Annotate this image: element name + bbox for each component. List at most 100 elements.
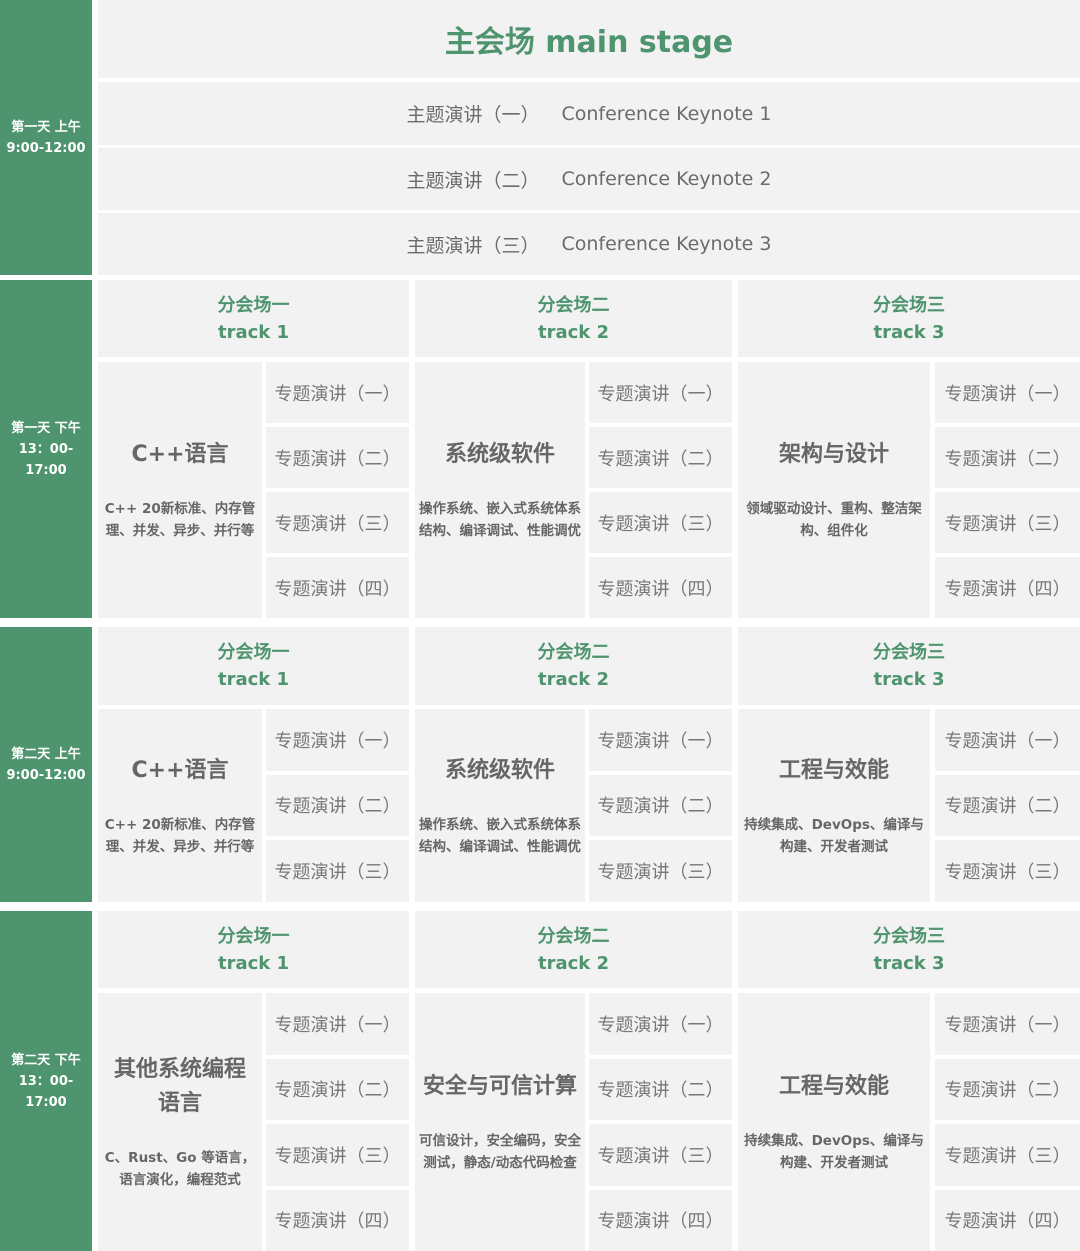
- track-name-en: track 3: [873, 321, 945, 343]
- track-topic: 其他系统编程语言 C、Rust、Go 等语言，语言演化，编程范式: [98, 993, 262, 1251]
- talk-item: 专题演讲（四）: [266, 1189, 409, 1251]
- talk-item: 专题演讲（三）: [935, 492, 1080, 553]
- track-name-zh: 分会场三: [873, 642, 945, 663]
- talk-item: 专题演讲（三）: [589, 492, 732, 553]
- topic-title: 系统级软件: [444, 757, 555, 783]
- track-header: 分会场三 track 3: [738, 911, 1080, 988]
- topic-title: 架构与设计: [778, 442, 889, 467]
- topic-description: C、Rust、Go 等语言，语言演化，编程范式: [104, 1150, 256, 1188]
- topic-description: 操作系统、嵌入式系统体系结构、编译调试、性能调优: [419, 816, 581, 855]
- topic-description: C++ 20新标准、内存管理、并发、异步、并行等: [104, 816, 256, 855]
- track-header: 分会场三 track 3: [738, 280, 1080, 357]
- talk-item: 专题演讲（三）: [266, 492, 409, 553]
- topic-description: 操作系统、嵌入式系统体系结构、编译调试、性能调优: [419, 501, 581, 539]
- track-name-en: track 1: [217, 952, 290, 974]
- talk-item: 专题演讲（二）: [266, 1058, 409, 1120]
- talk-item: 专题演讲（一）: [935, 709, 1080, 771]
- topic-title: 其他系统编程语言: [113, 1057, 246, 1116]
- talk-item: 专题演讲（四）: [935, 557, 1080, 618]
- track-name-en: track 1: [217, 669, 290, 690]
- talk-item: 专题演讲（二）: [589, 427, 732, 488]
- track-name-en: track 3: [873, 952, 945, 974]
- topic-description: 持续集成、DevOps、编译与构建、开发者测试: [744, 1133, 924, 1171]
- talk-item: 专题演讲（一）: [589, 362, 732, 423]
- day-label-main: 第一天 上午 9:00-12:00: [0, 0, 92, 275]
- talk-item: 专题演讲（二）: [935, 774, 1080, 837]
- main-stage-title: 主会场 main stage: [98, 0, 1080, 78]
- keynote-row: 主题演讲（三） Conference Keynote 3: [98, 213, 1080, 275]
- talk-item: 专题演讲（三）: [935, 840, 1080, 902]
- track-header: 分会场二 track 2: [415, 280, 732, 357]
- talk-item: 专题演讲（三）: [589, 840, 732, 902]
- day-label: 第一天 下午 13：00- 17:00: [0, 280, 92, 618]
- track-topic: 系统级软件操作系统、嵌入式系统体系结构、编译调试、性能调优: [415, 362, 585, 618]
- keynote-en: Conference Keynote 2: [561, 168, 772, 190]
- day-label: 第二天 下午 13：00- 17:00: [0, 911, 92, 1251]
- track-topic: 架构与设计领域驱动设计、重构、整洁架构、组件化: [738, 362, 930, 618]
- track-name-zh: 分会场三: [873, 294, 945, 316]
- talk-item: 专题演讲（四）: [589, 557, 732, 618]
- track-topic: 安全与可信计算可信设计，安全编码，安全测试，静态/动态代码检查: [415, 993, 585, 1251]
- keynote-row: 主题演讲（二） Conference Keynote 2: [98, 148, 1080, 210]
- topic-title: 工程与效能: [778, 1074, 889, 1099]
- talk-item: 专题演讲（三）: [266, 840, 409, 902]
- track-name-zh: 分会场一: [217, 294, 290, 316]
- topic-title: 系统级软件: [444, 442, 555, 467]
- keynote-en: Conference Keynote 1: [561, 102, 772, 125]
- talk-item: 专题演讲（一）: [935, 993, 1080, 1055]
- keynote-zh: 主题演讲（三）: [406, 234, 540, 257]
- keynote-zh: 主题演讲（二）: [406, 169, 540, 192]
- keynote-en: Conference Keynote 3: [561, 233, 772, 255]
- topic-title: C++语言: [131, 442, 229, 467]
- talk-item: 专题演讲（二）: [589, 774, 732, 837]
- topic-title: 安全与可信计算: [422, 1074, 577, 1099]
- topic-description: C++ 20新标准、内存管理、并发、异步、并行等: [104, 501, 256, 539]
- track-topic: 工程与效能持续集成、DevOps、编译与构建、开发者测试: [738, 993, 930, 1251]
- track-name-zh: 分会场二: [537, 294, 610, 316]
- talk-item: 专题演讲（二）: [589, 1058, 732, 1120]
- topic-description: 持续集成、DevOps、编译与构建、开发者测试: [744, 816, 924, 855]
- topic-title: 工程与效能: [778, 757, 889, 783]
- talk-item: 专题演讲（一）: [589, 993, 732, 1055]
- track-header: 分会场一 track 1: [98, 280, 409, 357]
- topic-title: C++语言: [131, 757, 229, 783]
- track-name-en: track 2: [537, 669, 610, 690]
- talk-item: 专题演讲（二）: [935, 427, 1080, 488]
- talk-item: 专题演讲（一）: [266, 362, 409, 423]
- talk-item: 专题演讲（二）: [266, 774, 409, 837]
- track-header: 分会场一 track 1: [98, 627, 409, 705]
- talk-item: 专题演讲（四）: [589, 1189, 732, 1251]
- talk-item: 专题演讲（一）: [266, 709, 409, 771]
- track-topic: C++语言 C++ 20新标准、内存管理、并发、异步、并行等: [98, 362, 262, 618]
- talk-item: 专题演讲（三）: [266, 1124, 409, 1186]
- track-name-zh: 分会场二: [537, 925, 610, 947]
- track-name-zh: 分会场二: [537, 642, 610, 663]
- talk-item: 专题演讲（二）: [266, 427, 409, 488]
- track-name-en: track 1: [217, 321, 290, 343]
- track-header: 分会场一 track 1: [98, 911, 409, 988]
- track-name-en: track 3: [873, 669, 945, 690]
- track-header: 分会场三 track 3: [738, 627, 1080, 705]
- day-label: 第二天 上午 9:00-12:00: [0, 627, 92, 902]
- talk-item: 专题演讲（一）: [266, 993, 409, 1055]
- track-topic: 系统级软件操作系统、嵌入式系统体系结构、编译调试、性能调优: [415, 709, 585, 902]
- track-name-en: track 2: [537, 321, 610, 343]
- topic-description: 领域驱动设计、重构、整洁架构、组件化: [746, 501, 922, 539]
- track-header: 分会场二 track 2: [415, 627, 732, 705]
- keynote-row: 主题演讲（一） Conference Keynote 1: [98, 82, 1080, 145]
- track-name-en: track 2: [537, 952, 610, 974]
- talk-item: 专题演讲（三）: [935, 1124, 1080, 1186]
- track-topic: C++语言 C++ 20新标准、内存管理、并发、异步、并行等: [98, 709, 262, 902]
- track-header: 分会场二 track 2: [415, 911, 732, 988]
- talk-item: 专题演讲（一）: [589, 709, 732, 771]
- talk-item: 专题演讲（三）: [589, 1124, 732, 1186]
- track-topic: 工程与效能持续集成、DevOps、编译与构建、开发者测试: [738, 709, 930, 902]
- track-name-zh: 分会场三: [873, 925, 945, 947]
- topic-description: 可信设计，安全编码，安全测试，静态/动态代码检查: [419, 1133, 581, 1171]
- talk-item: 专题演讲（二）: [935, 1058, 1080, 1120]
- keynote-zh: 主题演讲（一）: [406, 104, 540, 126]
- talk-item: 专题演讲（四）: [266, 557, 409, 618]
- track-name-zh: 分会场一: [217, 642, 290, 663]
- talk-item: 专题演讲（一）: [935, 362, 1080, 423]
- talk-item: 专题演讲（四）: [935, 1189, 1080, 1251]
